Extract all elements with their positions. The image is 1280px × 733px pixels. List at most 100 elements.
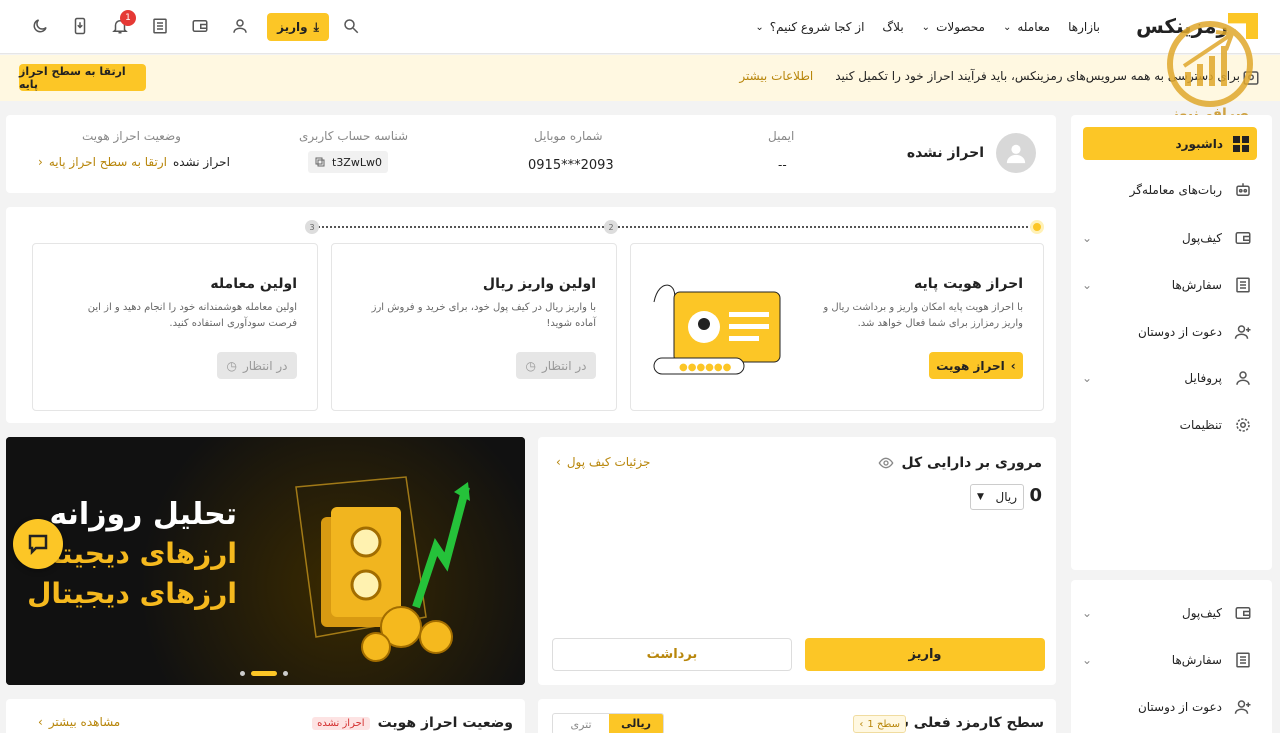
button-label: احراز هویت (936, 358, 1005, 373)
sidebar-item-dashboard[interactable]: داشبورد (1083, 127, 1257, 160)
chevron-left-icon: ‹ (859, 718, 864, 730)
nav-markets[interactable]: بازارها (1068, 20, 1100, 34)
kyc-status-row: احراز نشده ارتقا به سطح احراز پایه ‹ (38, 155, 230, 169)
kyc-more-link[interactable]: ‹ مشاهده بیشتر (38, 715, 120, 729)
step-card-deposit: اولین واریز ریال با واریز ریال در کیف پو… (331, 243, 617, 411)
nav-products[interactable]: محصولات ⌄ (922, 20, 985, 34)
orders-icon[interactable] (151, 17, 169, 35)
chevron-left-icon: ‹ (38, 715, 43, 729)
copy-icon[interactable] (314, 156, 326, 168)
sidebar-item-label: تنظیمات (1179, 418, 1222, 432)
kyc-upgrade-link[interactable]: ارتقا به سطح احراز پایه (49, 155, 167, 169)
step-dot-3: 3 (305, 220, 319, 234)
chevron-down-icon: ⌄ (1082, 231, 1093, 245)
assets-title: مروری بر دارایی کل (901, 455, 1042, 471)
fee-level-badge[interactable]: ‹ سطح 1 (853, 715, 906, 733)
button-label: برداشت (646, 647, 698, 662)
nav-blog[interactable]: بلاگ (882, 20, 903, 34)
chevron-down-icon: ⌄ (1082, 653, 1093, 667)
asset-amount: 0 (1029, 485, 1042, 506)
nav-label: بلاگ (882, 20, 904, 34)
carousel-dot[interactable] (240, 671, 245, 676)
sidebar-item-orders[interactable]: سفارش‌ها ⌄ (1082, 276, 1252, 294)
sidebar-item-label: سفارش‌ها (1171, 653, 1222, 667)
moon-icon[interactable] (31, 17, 49, 35)
step-progress-line (314, 226, 1032, 228)
deposit-button[interactable]: واریز (805, 638, 1045, 671)
gear-icon (1236, 418, 1250, 432)
clock-icon: ◷ (226, 358, 237, 373)
sidebar: داشبورد ربات‌های معامله‌گر کیف‌پول ⌄ سفا… (1071, 115, 1272, 570)
step-title: اولین معامله (210, 276, 297, 292)
notification-badge: 1 (120, 10, 136, 26)
chevron-left-icon: ‹ (38, 155, 43, 169)
sidebar-item-bots[interactable]: ربات‌های معامله‌گر (1130, 181, 1252, 199)
promo-banner[interactable]: تحلیل روزانه ارزهای دیجیتال ارزهای دیجیت… (6, 437, 525, 685)
sidebar-item-profile[interactable]: پروفایل ⌄ (1082, 369, 1252, 387)
button-label: در انتظار (242, 358, 288, 373)
kyc-banner: برای دسترسی به همه سرویس‌های رمزینکس، با… (0, 55, 1280, 101)
id-card-illustration: ●●●●●● (649, 272, 789, 382)
sidebar2-item-orders[interactable]: سفارش‌ها ⌄ (1082, 651, 1252, 669)
nav-get-started[interactable]: از کجا شروع کنیم؟ ⌄ (755, 20, 864, 34)
nav-label: محصولات (936, 20, 985, 34)
wallet-icon[interactable] (191, 17, 209, 35)
sidebar-secondary: کیف‌پول ⌄ سفارش‌ها ⌄ دعوت از دوستان (1071, 580, 1272, 733)
currency-select[interactable]: ▼ ریال (970, 484, 1024, 510)
fee-level: سطح 1 (867, 718, 900, 730)
kyc-card-title: وضعیت احراز هویت (377, 715, 513, 731)
account-id-box[interactable]: t3ZwLw0 (308, 151, 388, 173)
sidebar-item-invite[interactable]: دعوت از دوستان (1138, 323, 1252, 341)
chevron-down-icon: ⌄ (1002, 21, 1012, 33)
carousel-dot-active[interactable] (251, 671, 277, 676)
sidebar-item-settings[interactable]: تنظیمات (1180, 416, 1252, 434)
button-label: در انتظار (541, 358, 587, 373)
sidebar2-item-invite[interactable]: دعوت از دوستان (1138, 698, 1252, 716)
step-title: اولین واریز ریال (482, 276, 596, 292)
step-card-kyc: احراز هویت پایه با احراز هویت پایه امکان… (630, 243, 1044, 411)
banner-more-link[interactable]: اطلاعات بیشتر (739, 69, 813, 83)
wallet-icon (1235, 607, 1251, 619)
sidebar2-item-wallet[interactable]: کیف‌پول ⌄ (1082, 604, 1252, 622)
eye-icon[interactable] (878, 455, 894, 471)
banner-upgrade-button[interactable]: ارتقا به سطح احراز پایه (19, 64, 146, 91)
mobile-value: 0915***2093 (528, 158, 614, 173)
link-label: جزئیات کیف پول (566, 455, 651, 469)
chevron-down-icon: ⌄ (921, 21, 931, 33)
chevron-down-icon: ▼ (977, 492, 984, 502)
grid-icon (1233, 135, 1249, 152)
kyc-button[interactable]: احراز هویت ‹ (929, 352, 1023, 379)
step-title: احراز هویت پایه (913, 276, 1023, 292)
svg-text:●●●●●●: ●●●●●● (679, 362, 732, 373)
sidebar-item-label: داشبورد (1175, 136, 1223, 151)
nav-trade[interactable]: معامله ⌄ (1003, 20, 1050, 34)
sidebar-item-wallet[interactable]: کیف‌پول ⌄ (1082, 229, 1252, 247)
download-app-icon[interactable] (71, 17, 89, 35)
step-number: 3 (309, 222, 315, 232)
search-icon[interactable] (342, 17, 360, 35)
carousel-dot[interactable] (283, 671, 288, 676)
withdraw-button[interactable]: برداشت (552, 638, 792, 671)
carousel-dots (240, 671, 288, 676)
nav-label: بازارها (1068, 20, 1100, 34)
chevron-down-icon: ⌄ (1082, 278, 1093, 292)
sidebar-item-label: ربات‌های معامله‌گر (1129, 183, 1222, 197)
tab-tether[interactable]: تتری (553, 718, 609, 731)
promo-illustration (276, 467, 476, 667)
pending-button: ◷ در انتظار (516, 352, 596, 379)
promo-line-1: تحلیل روزانه (49, 497, 237, 532)
link-label: مشاهده بیشتر (48, 715, 121, 729)
sidebar-item-label: سفارش‌ها (1171, 278, 1222, 292)
chat-icon[interactable] (13, 519, 63, 569)
header-deposit-button[interactable]: واریز ⤓ (267, 13, 329, 41)
wallet-details-link[interactable]: ‹ جزئیات کیف پول (556, 455, 650, 469)
user-icon (1236, 371, 1250, 385)
sidebar-item-label: دعوت از دوستان (1137, 325, 1222, 339)
user-icon[interactable] (231, 17, 249, 35)
promo-line-3: ارزهای دیجیتال (27, 577, 237, 610)
nav-label: معامله (1017, 20, 1051, 34)
kyc-status-label: وضعیت احراز هویت (82, 129, 181, 143)
assets-card: مروری بر دارایی کل ‹ جزئیات کیف پول 0 ▼ … (538, 437, 1056, 685)
tab-rial[interactable]: ریالی (609, 714, 663, 733)
main-nav: بازارها معامله ⌄ محصولات ⌄ بلاگ از کجا شرو… (755, 14, 1100, 40)
